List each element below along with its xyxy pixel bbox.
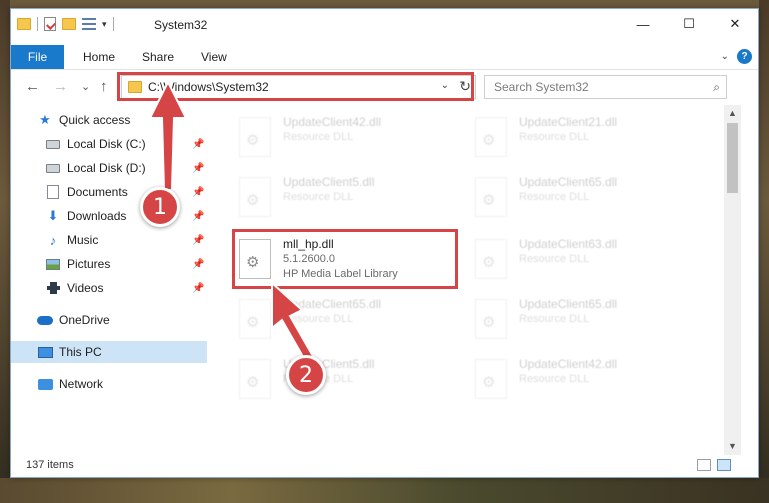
annotation-badge-2: 2 [286,355,326,395]
annotation-arrows [148,79,320,371]
annotation-badge-1: 1 [140,187,180,227]
arrow-1 [148,79,188,191]
